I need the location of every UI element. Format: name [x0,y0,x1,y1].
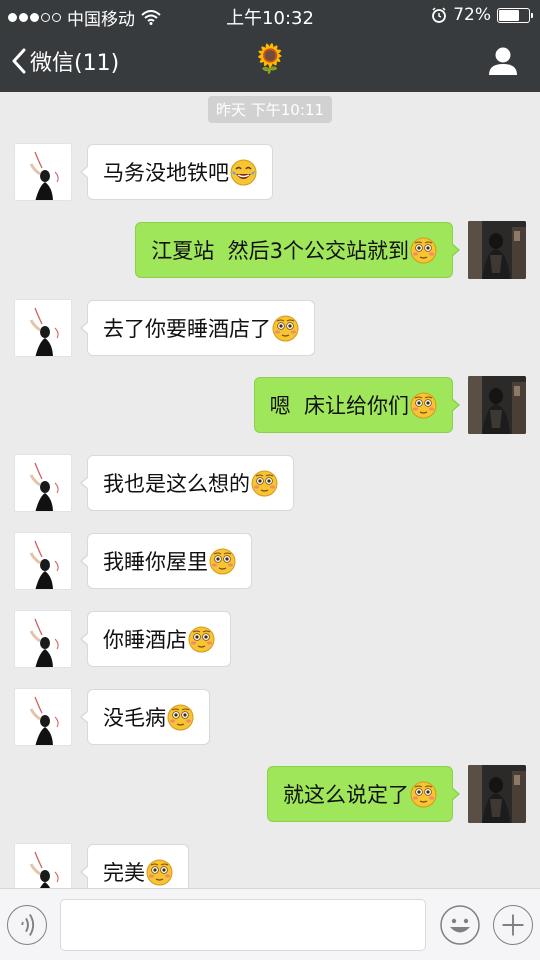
contact-avatar[interactable] [14,610,72,668]
incoming-message-bubble[interactable]: 没毛病 [80,689,210,745]
message-text: 我睡你屋里 [103,550,208,574]
incoming-message-bubble[interactable]: 我睡你屋里 [80,533,252,589]
message-text: 去了你要睡酒店了 [103,317,271,341]
my-avatar[interactable] [468,221,526,279]
message-row: 我也是这么想的 [0,454,540,514]
plus-icon[interactable] [493,905,533,945]
message-row: 没毛病 [0,688,540,748]
message-row: 你睡酒店 [0,610,540,670]
message-text: 马务没地铁吧 [103,161,229,185]
blushing-emoji-icon [188,626,215,653]
my-avatar[interactable] [468,765,526,823]
blushing-emoji-icon [146,859,173,886]
message-text: 完美 [103,861,145,885]
blushing-emoji-icon [167,704,194,731]
emoji-icon[interactable] [440,905,480,945]
message-row: 嗯 床让给你们 [0,376,540,436]
blushing-emoji-icon [272,315,299,342]
timestamp-label: 昨天 下午10:11 [208,96,332,123]
blushing-emoji-icon [209,548,236,575]
incoming-message-bubble[interactable]: 去了你要睡酒店了 [80,300,315,356]
message-text: 没毛病 [103,706,166,730]
person-icon[interactable] [488,46,518,76]
blushing-emoji-icon [410,781,437,808]
battery-icon [497,7,533,23]
top-bar: 中国移动 上午10:32 72% 微信(11) 🌻 [0,0,540,92]
blushing-emoji-icon [410,392,437,419]
status-bar: 中国移动 上午10:32 72% [0,0,540,30]
outgoing-message-bubble[interactable]: 江夏站 然后3个公交站就到 [135,222,460,278]
status-right: 72% [431,5,533,25]
nav-bar: 微信(11) 🌻 [0,30,540,92]
message-input[interactable] [60,899,426,951]
blushing-emoji-icon [251,470,278,497]
incoming-message-bubble[interactable]: 马务没地铁吧 [80,144,273,200]
my-avatar[interactable] [468,376,526,434]
incoming-message-bubble[interactable]: 我也是这么想的 [80,455,294,511]
voice-icon[interactable] [7,905,47,945]
contact-avatar[interactable] [14,454,72,512]
chat-title: 🌻 [252,42,288,75]
message-row: 马务没地铁吧 [0,143,540,203]
incoming-message-bubble[interactable]: 你睡酒店 [80,611,231,667]
timestamp: 昨天 下午10:11 [0,96,540,123]
alarm-icon [432,7,447,23]
message-row: 就这么说定了 [0,765,540,825]
message-text: 就这么说定了 [283,783,409,807]
message-row: 去了你要睡酒店了 [0,299,540,359]
outgoing-message-bubble[interactable]: 嗯 床让给你们 [253,377,461,433]
message-row: 我睡你屋里 [0,532,540,592]
battery-percent: 72% [453,5,491,25]
contact-avatar[interactable] [14,688,72,746]
contact-avatar[interactable] [14,143,72,201]
outgoing-message-bubble[interactable]: 就这么说定了 [267,766,460,822]
message-text: 嗯 床让给你们 [269,394,409,418]
message-text: 江夏站 然后3个公交站就到 [151,239,409,263]
message-text: 我也是这么想的 [103,472,250,496]
message-text: 你睡酒店 [103,628,187,652]
laughing-tears-emoji-icon [230,159,257,186]
blushing-emoji-icon [410,237,437,264]
input-bar [0,888,540,960]
message-row: 江夏站 然后3个公交站就到 [0,221,540,281]
contact-avatar[interactable] [14,299,72,357]
contact-avatar[interactable] [14,532,72,590]
